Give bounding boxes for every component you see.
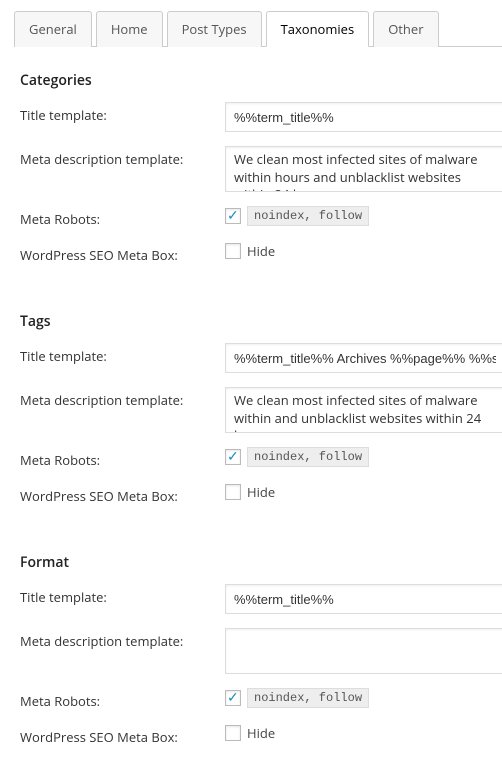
section-heading-format: Format <box>20 553 502 572</box>
label-meta-robots: Meta Robots: <box>20 447 225 469</box>
label-meta-desc-template: Meta description template: <box>20 387 225 409</box>
tab-home[interactable]: Home <box>96 11 163 47</box>
categories-title-template-input[interactable] <box>225 102 502 132</box>
section-tags: Tags Title template: Meta description te… <box>10 288 502 529</box>
section-heading-tags: Tags <box>20 312 502 331</box>
tab-taxonomies[interactable]: Taxonomies <box>266 11 370 47</box>
label-meta-desc-template: Meta description template: <box>20 628 225 650</box>
categories-meta-desc-textarea[interactable] <box>225 146 502 192</box>
label-title-template: Title template: <box>20 343 225 365</box>
noindex-follow-pill: noindex, follow <box>247 206 369 226</box>
label-title-template: Title template: <box>20 102 225 124</box>
tags-noindex-checkbox[interactable] <box>225 449 241 465</box>
section-heading-categories: Categories <box>20 71 502 90</box>
hide-label: Hide <box>247 724 275 742</box>
categories-noindex-checkbox[interactable] <box>225 208 241 224</box>
tags-title-template-input[interactable] <box>225 343 502 373</box>
categories-hide-checkbox[interactable] <box>225 243 241 259</box>
format-hide-checkbox[interactable] <box>225 725 241 741</box>
format-noindex-checkbox[interactable] <box>225 690 241 706</box>
tab-other[interactable]: Other <box>373 11 438 47</box>
section-format: Format Title template: Meta description … <box>10 529 502 770</box>
hide-label: Hide <box>247 483 275 501</box>
tab-general[interactable]: General <box>14 11 92 47</box>
hide-label: Hide <box>247 242 275 260</box>
section-categories: Categories Title template: Meta descript… <box>10 47 502 288</box>
label-meta-desc-template: Meta description template: <box>20 146 225 168</box>
format-meta-desc-textarea[interactable] <box>225 628 502 674</box>
label-seo-meta-box: WordPress SEO Meta Box: <box>20 483 225 505</box>
noindex-follow-pill: noindex, follow <box>247 688 369 708</box>
label-meta-robots: Meta Robots: <box>20 206 225 228</box>
label-seo-meta-box: WordPress SEO Meta Box: <box>20 724 225 746</box>
tags-meta-desc-textarea[interactable] <box>225 387 502 433</box>
label-title-template: Title template: <box>20 584 225 606</box>
tags-hide-checkbox[interactable] <box>225 484 241 500</box>
label-meta-robots: Meta Robots: <box>20 688 225 710</box>
tab-post-types[interactable]: Post Types <box>167 11 262 47</box>
label-seo-meta-box: WordPress SEO Meta Box: <box>20 242 225 264</box>
format-title-template-input[interactable] <box>225 584 502 614</box>
noindex-follow-pill: noindex, follow <box>247 447 369 467</box>
tabs: General Home Post Types Taxonomies Other <box>14 10 502 47</box>
